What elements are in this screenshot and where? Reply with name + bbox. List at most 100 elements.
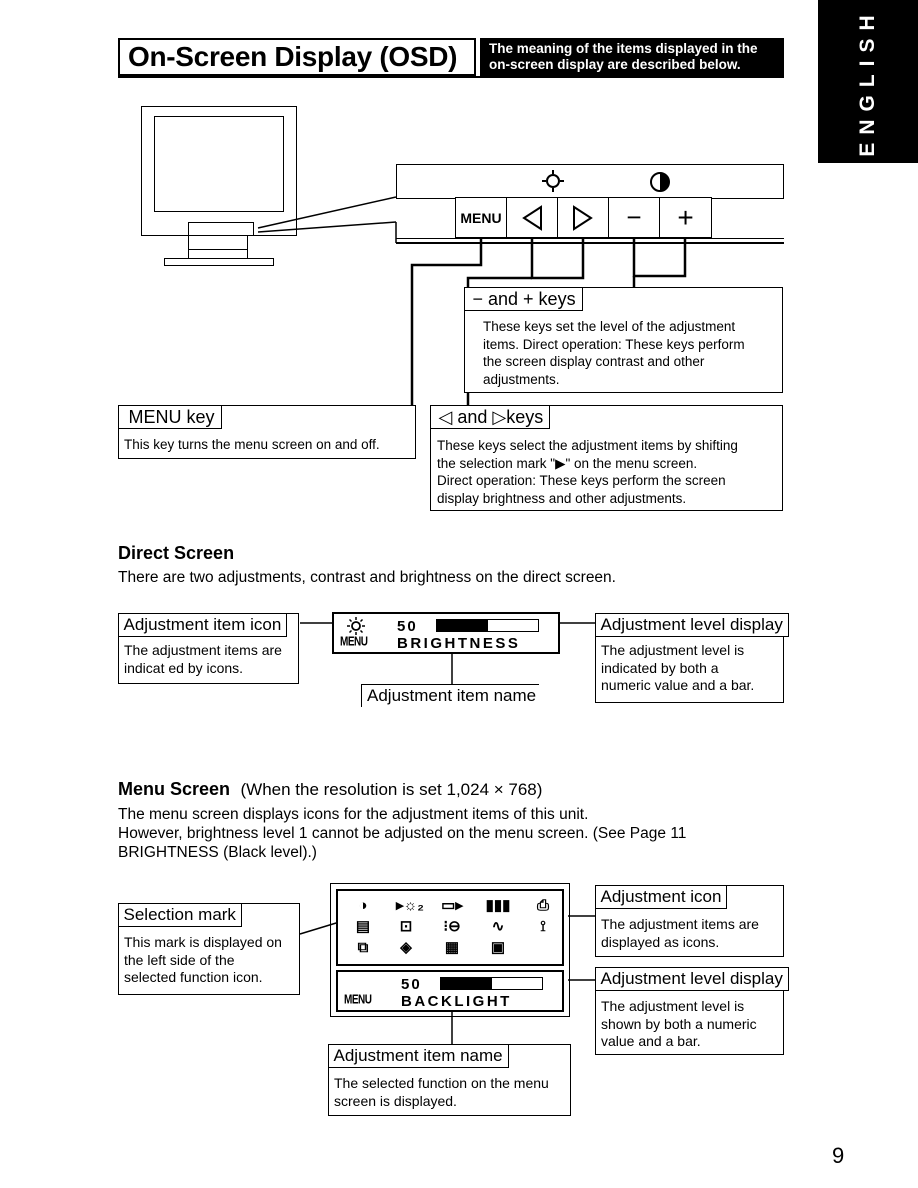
- contrast-half-circle-icon: [650, 172, 670, 192]
- description-line: items. Direct operation: These keys perf…: [483, 336, 745, 352]
- callout-description: These keys set the level of the adjustme…: [483, 318, 745, 388]
- description-line: shown by both a numeric: [601, 1015, 757, 1032]
- minus-plus-keys-callout: − and + keys These keys set the level of…: [463, 286, 783, 393]
- level-bar-fill: [441, 978, 492, 989]
- callout-description: The adjustment items are displayed as ic…: [601, 916, 759, 951]
- menu-adjustment-icon: ▤: [355, 918, 371, 935]
- callout-description: The selected function on the menu screen…: [334, 1075, 549, 1110]
- description-line: The selected function on the menu: [334, 1075, 549, 1091]
- keypad-icon-strip: [396, 164, 784, 199]
- callout-description: This key turns the menu screen on and of…: [124, 437, 380, 452]
- description-line: Direct operation: These keys perform the…: [437, 473, 726, 488]
- menu-adjustment-icon: ⟟: [540, 918, 546, 935]
- text-line: The menu screen displays icons for the a…: [118, 806, 589, 823]
- callout-title: Adjustment item icon: [117, 612, 288, 637]
- menu-screen-heading: Menu Screen: [118, 779, 231, 799]
- callout-description: These keys select the adjustment items b…: [437, 437, 738, 507]
- brightness-sun-icon: [542, 170, 564, 192]
- menu-label: MENU: [340, 635, 368, 650]
- callout-title: Adjustment item name: [362, 685, 542, 707]
- menu-adjustment-icon: ▣: [490, 939, 506, 956]
- menu-adjustment-icon: ⧉: [357, 939, 369, 956]
- direct-screen-heading: Direct Screen: [118, 543, 235, 563]
- direct-screen-text: There are two adjustments, contrast and …: [118, 569, 616, 586]
- description-line: These keys select the adjustment items b…: [437, 438, 738, 453]
- callout-title: Adjustment item name: [327, 1043, 509, 1068]
- adjustment-level-display-callout: Adjustment level display The adjustment …: [594, 612, 789, 703]
- callout-description: The adjustment items are indicat ed by i…: [124, 642, 282, 677]
- right-triangle-icon: [573, 204, 593, 231]
- description-line: This mark is displayed on: [124, 934, 282, 950]
- minus-key[interactable]: −: [608, 197, 660, 238]
- description-line: the selection mark "▶" on the menu scree…: [437, 455, 698, 471]
- description-line: The adjustment level is: [601, 998, 745, 1014]
- description-line: adjustments.: [483, 371, 560, 387]
- menu-adjustment-item-name-callout: Adjustment item name The selected functi…: [327, 1043, 571, 1116]
- callout-description: The adjustment level is shown by both a …: [601, 998, 757, 1051]
- keypad-bottom-edge: [396, 242, 784, 244]
- menu-adjustment-icon: ◑: [358, 897, 368, 914]
- direct-screen-osd: 50 MENU BRIGHTNESS: [332, 612, 560, 654]
- selection-mark-callout: Selection mark This mark is displayed on…: [117, 902, 300, 995]
- description-line: selected function icon.: [124, 969, 263, 985]
- menu-adjustment-icon: ◈: [400, 939, 412, 956]
- callout-description: The adjustment level is indicated by bot…: [601, 642, 754, 695]
- menu-screen-osd: ◑ ▸☼₂ ▭▸ ▮▮▮ ⎙ ▤ ⊡ ⁝⊖ ∿ ⟟ ⧉ ◈ ▦ ▣ 50 MENU BACKLIGHT: [330, 883, 570, 1017]
- menu-adjustment-icon: ▦: [444, 939, 460, 956]
- description-line: numeric value and a bar.: [601, 677, 755, 693]
- level-value: 50: [397, 618, 418, 635]
- callout-title: Adjustment level display: [594, 612, 789, 637]
- callout-title: Adjustment icon: [594, 884, 728, 909]
- adjustment-item-name: BRIGHTNESS: [397, 635, 521, 652]
- level-bar-fill: [437, 620, 488, 631]
- text-line: BRIGHTNESS (Black level).): [118, 844, 317, 861]
- menu-adjustment-icon: ⊡: [399, 918, 413, 935]
- menu-adjustment-icon: ⎙: [536, 897, 549, 914]
- page-number: 9: [832, 1143, 845, 1168]
- description-line: the screen display contrast and other: [483, 354, 705, 369]
- left-key[interactable]: [506, 197, 558, 238]
- menu-key-callout: MENU key This key turns the menu screen …: [117, 404, 416, 459]
- menu-adjustment-icon: ▭▸: [441, 897, 463, 914]
- level-value: 50: [401, 976, 422, 993]
- brightness-sun-icon: [347, 617, 365, 635]
- left-triangle-icon: [522, 204, 542, 231]
- adjustment-icon-callout: Adjustment icon The adjustment items are…: [594, 884, 784, 957]
- description-line: displayed as icons.: [601, 933, 720, 950]
- right-key[interactable]: [557, 197, 609, 238]
- icon-grid: ◑ ▸☼₂ ▭▸ ▮▮▮ ⎙ ▤ ⊡ ⁝⊖ ∿ ⟟ ⧉ ◈ ▦ ▣: [336, 889, 564, 966]
- callout-title: ◁ and ▷keys: [429, 404, 551, 429]
- description-line: The adjustment items are: [124, 642, 282, 658]
- callout-title: MENU key: [117, 404, 222, 429]
- menu-screen-heading-row: Menu Screen (When the resolution is set …: [118, 779, 542, 800]
- menu-level-panel: 50 MENU BACKLIGHT: [336, 970, 564, 1012]
- adjustment-item-name-callout: Adjustment item name: [361, 684, 542, 707]
- menu-screen-text: The menu screen displays icons for the a…: [118, 805, 686, 862]
- callout-title: − and + keys: [463, 286, 583, 311]
- level-bar: [440, 977, 543, 990]
- level-bar: [436, 619, 539, 632]
- menu-adjustment-icon: ▸☼₂: [396, 897, 424, 914]
- description-line: display brightness and other adjustments…: [437, 490, 687, 506]
- menu-adjustment-icon: ▮▮▮: [485, 897, 511, 914]
- menu-screen-subtitle: (When the resolution is set 1,024 × 768): [240, 780, 543, 799]
- callout-title: Selection mark: [117, 902, 242, 927]
- menu-adjustment-icon: ∿: [491, 918, 505, 935]
- adjustment-item-name: BACKLIGHT: [401, 993, 512, 1010]
- callout-title: Adjustment level display: [594, 966, 789, 991]
- menu-adjustment-icon: ⁝⊖: [443, 918, 461, 935]
- text-line: However, brightness level 1 cannot be ad…: [118, 825, 687, 842]
- description-line: the left side of the: [124, 951, 235, 968]
- plus-key[interactable]: +: [659, 197, 712, 238]
- description-line: These keys set the level of the adjustme…: [483, 319, 736, 334]
- description-line: The adjustment items are: [601, 916, 759, 932]
- adjustment-item-icon-callout: Adjustment item icon The adjustment item…: [117, 612, 299, 684]
- menu-label: MENU: [344, 993, 372, 1008]
- callout-description: This mark is displayed on the left side …: [124, 934, 282, 987]
- description-line: The adjustment level is: [601, 642, 745, 658]
- menu-key[interactable]: MENU: [455, 197, 507, 238]
- left-right-keys-callout: ◁ and ▷keys These keys select the adjust…: [429, 404, 783, 511]
- description-line: indicated by both a: [601, 659, 719, 676]
- description-line: value and a bar.: [601, 1033, 701, 1049]
- menu-adjustment-level-display-callout: Adjustment level display The adjustment …: [594, 966, 789, 1055]
